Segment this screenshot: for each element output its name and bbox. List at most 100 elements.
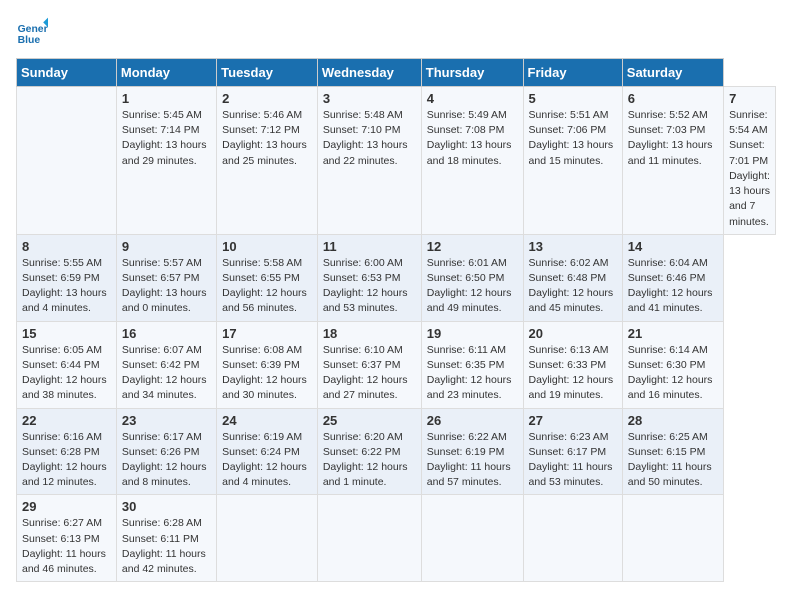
calendar-day-cell: 11Sunrise: 6:00 AMSunset: 6:53 PMDayligh…	[317, 234, 421, 321]
day-detail: Sunrise: 6:00 AMSunset: 6:53 PMDaylight:…	[323, 256, 416, 317]
calendar-day-cell: 6 Sunrise: 5:52 AMSunset: 7:03 PMDaylight…	[622, 87, 723, 235]
column-header-monday: Monday	[116, 59, 216, 87]
day-number: 5	[529, 91, 617, 106]
calendar-day-cell: 12 Sunrise: 6:01 AMSunset: 6:50 PMDayligh…	[421, 234, 523, 321]
day-number: 14	[628, 239, 718, 254]
day-detail: Sunrise: 6:17 AMSunset: 6:26 PMDaylight:…	[122, 430, 211, 491]
day-number: 19	[427, 326, 518, 341]
calendar-day-cell	[317, 495, 421, 582]
day-detail: Sunrise: 5:48 AMSunset: 7:10 PMDaylight:…	[323, 108, 416, 169]
day-detail: Sunrise: 6:20 AMSunset: 6:22 PMDaylight:…	[323, 430, 416, 491]
calendar-header-row: SundayMondayTuesdayWednesdayThursdayFrid…	[17, 59, 776, 87]
calendar-week-row: 1Sunrise: 5:45 AMSunset: 7:14 PMDaylight…	[17, 87, 776, 235]
calendar-day-cell	[217, 495, 318, 582]
calendar-day-cell: 4Sunrise: 5:49 AMSunset: 7:08 PMDaylight…	[421, 87, 523, 235]
day-number: 8	[22, 239, 111, 254]
calendar-day-cell: 5 Sunrise: 5:51 AMSunset: 7:06 PMDaylight…	[523, 87, 622, 235]
calendar-day-cell: 17Sunrise: 6:08 AMSunset: 6:39 PMDayligh…	[217, 321, 318, 408]
calendar-day-cell: 25 Sunrise: 6:20 AMSunset: 6:22 PMDayligh…	[317, 408, 421, 495]
day-number: 12	[427, 239, 518, 254]
svg-text:Blue: Blue	[18, 35, 41, 46]
day-detail: Sunrise: 5:45 AMSunset: 7:14 PMDaylight:…	[122, 108, 211, 169]
day-number: 16	[122, 326, 211, 341]
day-detail: Sunrise: 5:58 AMSunset: 6:55 PMDaylight:…	[222, 256, 312, 317]
day-detail: Sunrise: 6:02 AMSunset: 6:48 PMDaylight:…	[529, 256, 617, 317]
calendar-day-cell: 24 Sunrise: 6:19 AMSunset: 6:24 PMDayligh…	[217, 408, 318, 495]
day-detail: Sunrise: 6:11 AMSunset: 6:35 PMDaylight:…	[427, 343, 518, 404]
day-number: 26	[427, 413, 518, 428]
column-header-sunday: Sunday	[17, 59, 117, 87]
calendar-day-cell: 19 Sunrise: 6:11 AMSunset: 6:35 PMDayligh…	[421, 321, 523, 408]
day-number: 13	[529, 239, 617, 254]
day-number: 21	[628, 326, 718, 341]
day-detail: Sunrise: 6:28 AMSunset: 6:11 PMDaylight:…	[122, 516, 211, 577]
calendar-day-cell: 7Sunrise: 5:54 AMSunset: 7:01 PMDaylight…	[724, 87, 776, 235]
calendar-day-cell: 23 Sunrise: 6:17 AMSunset: 6:26 PMDayligh…	[116, 408, 216, 495]
calendar-day-cell: 21 Sunrise: 6:14 AMSunset: 6:30 PMDayligh…	[622, 321, 723, 408]
day-number: 24	[222, 413, 312, 428]
calendar-day-cell: 28Sunrise: 6:25 AMSunset: 6:15 PMDayligh…	[622, 408, 723, 495]
calendar-day-cell: 10 Sunrise: 5:58 AMSunset: 6:55 PMDayligh…	[217, 234, 318, 321]
day-detail: Sunrise: 6:01 AMSunset: 6:50 PMDaylight:…	[427, 256, 518, 317]
calendar-day-cell: 3 Sunrise: 5:48 AMSunset: 7:10 PMDaylight…	[317, 87, 421, 235]
day-number: 2	[222, 91, 312, 106]
logo: General Blue	[16, 16, 48, 48]
calendar-day-cell: 2Sunrise: 5:46 AMSunset: 7:12 PMDaylight…	[217, 87, 318, 235]
day-detail: Sunrise: 6:27 AMSunset: 6:13 PMDaylight:…	[22, 516, 111, 577]
day-detail: Sunrise: 5:57 AMSunset: 6:57 PMDaylight:…	[122, 256, 211, 317]
calendar-week-row: 15Sunrise: 6:05 AMSunset: 6:44 PMDayligh…	[17, 321, 776, 408]
day-detail: Sunrise: 5:55 AMSunset: 6:59 PMDaylight:…	[22, 256, 111, 317]
column-header-thursday: Thursday	[421, 59, 523, 87]
calendar-day-cell	[421, 495, 523, 582]
day-number: 7	[729, 91, 770, 106]
day-number: 23	[122, 413, 211, 428]
empty-cell	[17, 87, 117, 235]
calendar-day-cell: 29 Sunrise: 6:27 AMSunset: 6:13 PMDayligh…	[17, 495, 117, 582]
calendar-day-cell: 27Sunrise: 6:23 AMSunset: 6:17 PMDayligh…	[523, 408, 622, 495]
page-header: General Blue	[16, 16, 776, 48]
day-number: 15	[22, 326, 111, 341]
calendar-week-row: 29 Sunrise: 6:27 AMSunset: 6:13 PMDayligh…	[17, 495, 776, 582]
day-number: 25	[323, 413, 416, 428]
day-detail: Sunrise: 6:10 AMSunset: 6:37 PMDaylight:…	[323, 343, 416, 404]
calendar-day-cell: 30 Sunrise: 6:28 AMSunset: 6:11 PMDayligh…	[116, 495, 216, 582]
calendar-day-cell: 9Sunrise: 5:57 AMSunset: 6:57 PMDaylight…	[116, 234, 216, 321]
calendar-day-cell: 8 Sunrise: 5:55 AMSunset: 6:59 PMDaylight…	[17, 234, 117, 321]
calendar-week-row: 22Sunrise: 6:16 AMSunset: 6:28 PMDayligh…	[17, 408, 776, 495]
day-number: 3	[323, 91, 416, 106]
day-detail: Sunrise: 5:51 AMSunset: 7:06 PMDaylight:…	[529, 108, 617, 169]
day-detail: Sunrise: 6:16 AMSunset: 6:28 PMDaylight:…	[22, 430, 111, 491]
calendar-day-cell	[523, 495, 622, 582]
day-number: 20	[529, 326, 617, 341]
day-number: 10	[222, 239, 312, 254]
calendar-day-cell: 14Sunrise: 6:04 AMSunset: 6:46 PMDayligh…	[622, 234, 723, 321]
calendar-table: SundayMondayTuesdayWednesdayThursdayFrid…	[16, 58, 776, 582]
column-header-wednesday: Wednesday	[317, 59, 421, 87]
logo-icon: General Blue	[16, 16, 48, 48]
column-header-friday: Friday	[523, 59, 622, 87]
calendar-day-cell: 22Sunrise: 6:16 AMSunset: 6:28 PMDayligh…	[17, 408, 117, 495]
calendar-day-cell: 1Sunrise: 5:45 AMSunset: 7:14 PMDaylight…	[116, 87, 216, 235]
day-detail: Sunrise: 6:19 AMSunset: 6:24 PMDaylight:…	[222, 430, 312, 491]
calendar-day-cell: 13 Sunrise: 6:02 AMSunset: 6:48 PMDayligh…	[523, 234, 622, 321]
day-number: 27	[529, 413, 617, 428]
day-detail: Sunrise: 6:13 AMSunset: 6:33 PMDaylight:…	[529, 343, 617, 404]
day-number: 30	[122, 499, 211, 514]
day-number: 29	[22, 499, 111, 514]
calendar-day-cell: 16 Sunrise: 6:07 AMSunset: 6:42 PMDayligh…	[116, 321, 216, 408]
calendar-day-cell: 20 Sunrise: 6:13 AMSunset: 6:33 PMDayligh…	[523, 321, 622, 408]
day-number: 6	[628, 91, 718, 106]
svg-text:General: General	[18, 24, 48, 35]
day-detail: Sunrise: 6:07 AMSunset: 6:42 PMDaylight:…	[122, 343, 211, 404]
calendar-day-cell: 15Sunrise: 6:05 AMSunset: 6:44 PMDayligh…	[17, 321, 117, 408]
column-header-tuesday: Tuesday	[217, 59, 318, 87]
day-detail: Sunrise: 5:52 AMSunset: 7:03 PMDaylight:…	[628, 108, 718, 169]
day-detail: Sunrise: 6:08 AMSunset: 6:39 PMDaylight:…	[222, 343, 312, 404]
day-detail: Sunrise: 6:14 AMSunset: 6:30 PMDaylight:…	[628, 343, 718, 404]
calendar-day-cell	[622, 495, 723, 582]
day-detail: Sunrise: 6:25 AMSunset: 6:15 PMDaylight:…	[628, 430, 718, 491]
day-detail: Sunrise: 5:49 AMSunset: 7:08 PMDaylight:…	[427, 108, 518, 169]
calendar-day-cell: 26Sunrise: 6:22 AMSunset: 6:19 PMDayligh…	[421, 408, 523, 495]
column-header-saturday: Saturday	[622, 59, 723, 87]
calendar-day-cell: 18Sunrise: 6:10 AMSunset: 6:37 PMDayligh…	[317, 321, 421, 408]
